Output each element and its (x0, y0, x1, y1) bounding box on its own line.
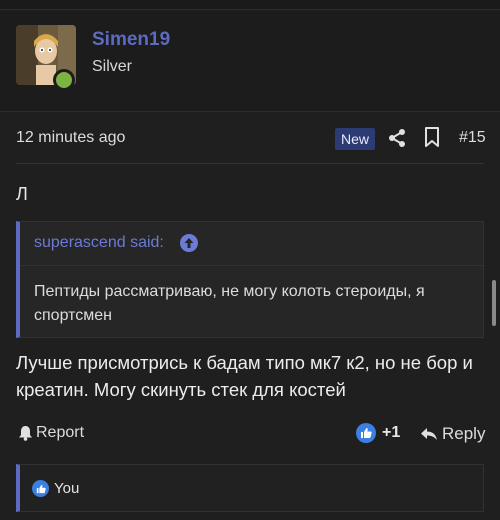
scrollbar-thumb[interactable] (492, 280, 496, 326)
like-icon (356, 423, 376, 443)
post-author-block: Simen19 Silver (0, 11, 500, 112)
post-actions-bar: Report +1 Reply (0, 420, 500, 450)
reply-label: Reply (442, 424, 486, 443)
reactions-by-label[interactable]: You (54, 480, 79, 497)
quote-text: Пептиды рассматриваю, не могу колоть сте… (34, 283, 425, 324)
quote-header: superascend said: (20, 222, 483, 266)
share-icon[interactable] (387, 128, 407, 148)
online-status-indicator (53, 69, 75, 91)
reply-arrow-icon (421, 428, 437, 440)
like-icon (32, 480, 49, 497)
quote-author-link[interactable]: superascend said: (34, 234, 164, 252)
username-link[interactable]: Simen19 (92, 29, 170, 51)
post-timestamp[interactable]: 12 minutes ago (16, 129, 125, 147)
post-number-link[interactable]: #15 (459, 129, 486, 147)
report-button[interactable]: Report (18, 424, 84, 442)
reaction-count: +1 (382, 424, 401, 441)
bookmark-icon[interactable] (423, 127, 441, 147)
meta-divider (16, 163, 484, 164)
post-message: Лучше присмотрись к бадам типо мк7 к2, н… (16, 352, 473, 400)
post-text-first-line: Л (16, 184, 28, 204)
new-badge: New (335, 128, 376, 150)
arrow-up-icon[interactable] (180, 234, 198, 252)
quote-block: superascend said: Пептиды рассматриваю, … (16, 221, 484, 338)
bell-icon (19, 426, 32, 441)
reply-button[interactable]: Reply (420, 424, 485, 444)
reactions-list-bar[interactable]: You (16, 464, 484, 512)
reaction-summary[interactable]: +1 (356, 423, 400, 443)
post-meta-bar: 12 minutes ago New #15 (0, 112, 500, 164)
report-label: Report (36, 424, 85, 441)
top-divider (0, 0, 500, 10)
user-rank: Silver (92, 58, 133, 75)
